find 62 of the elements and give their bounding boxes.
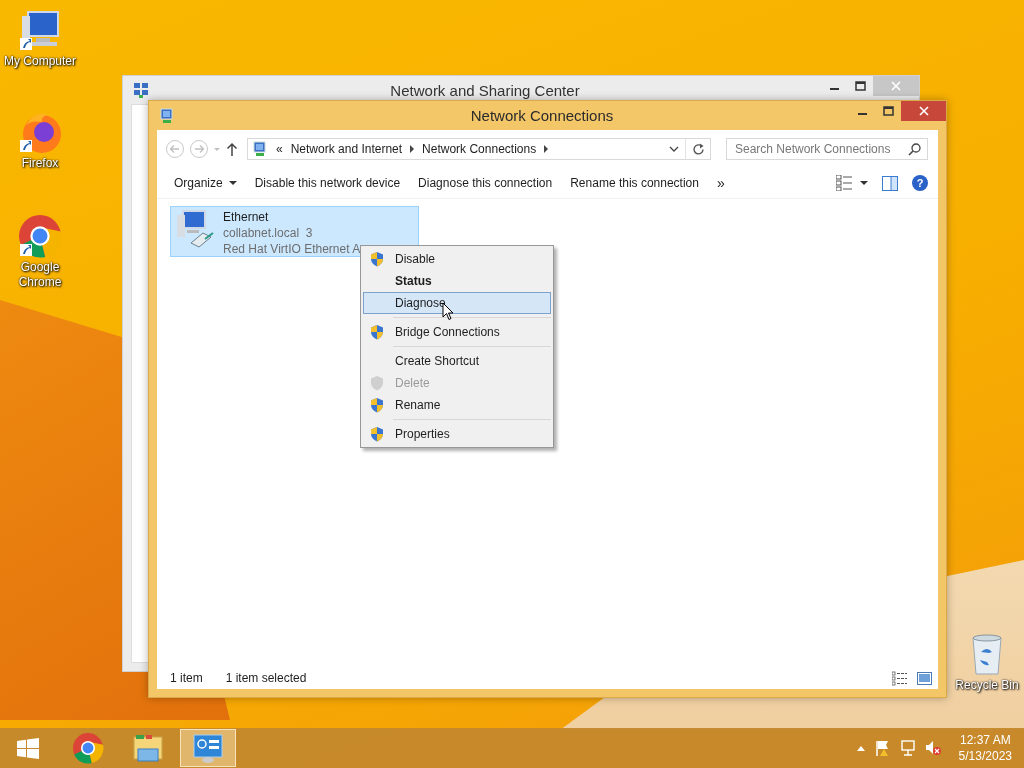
control-panel-icon xyxy=(192,732,224,764)
connection-adapter: Red Hat VirtIO Ethernet A xyxy=(223,241,361,257)
network-connections-icon xyxy=(252,141,268,157)
shield-icon xyxy=(369,250,385,268)
window-title: Network Connections xyxy=(469,107,615,124)
view-options-icon[interactable] xyxy=(836,175,852,191)
help-button[interactable]: ? xyxy=(912,175,928,191)
dropdown-icon[interactable] xyxy=(669,146,679,152)
menu-item[interactable]: Rename xyxy=(363,394,551,416)
maximize-icon xyxy=(854,81,866,91)
windows-start-icon[interactable] xyxy=(17,737,39,759)
up-arrow-icon[interactable] xyxy=(225,141,239,157)
maximize-icon xyxy=(882,106,894,116)
status-item-count: 1 item xyxy=(170,671,203,685)
clock-time: 12:37 AM xyxy=(959,732,1011,748)
connection-network: collabnet.local 3 xyxy=(223,225,314,241)
taskbar-button[interactable] xyxy=(180,729,236,767)
chevron-right-icon[interactable] xyxy=(410,145,415,153)
network-adapter-icon xyxy=(175,209,215,249)
preview-pane-icon[interactable] xyxy=(882,175,898,191)
window-title: Network and Sharing Center xyxy=(389,81,581,99)
breadcrumb[interactable]: Network Connections xyxy=(422,142,537,156)
chrome-icon xyxy=(18,214,62,258)
menu-item[interactable]: Diagnose xyxy=(363,292,551,314)
shield-icon xyxy=(369,323,385,341)
flag-icon[interactable] xyxy=(874,740,891,756)
menu-item[interactable]: Properties xyxy=(363,423,551,445)
details-view-icon[interactable] xyxy=(892,670,907,686)
chevron-right-icon[interactable] xyxy=(544,145,549,153)
menu-item[interactable]: Status xyxy=(363,270,551,292)
overflow-chevron[interactable]: « xyxy=(276,142,283,156)
more-commands-button[interactable]: » xyxy=(707,171,734,195)
network-icon[interactable] xyxy=(900,740,915,756)
toolbar-button[interactable]: Rename this connection xyxy=(561,172,708,194)
search-field[interactable]: Search Network Connections xyxy=(726,138,928,160)
toolbar-button[interactable]: Diagnose this connection xyxy=(409,172,562,194)
shield-icon xyxy=(369,374,385,392)
caret-icon xyxy=(228,181,237,185)
search-icon xyxy=(908,143,921,156)
menu-item[interactable]: Create Shortcut xyxy=(363,350,551,372)
clock-date: 5/13/2023 xyxy=(958,748,1012,764)
organize-menu-button[interactable]: Organize xyxy=(165,172,246,194)
caret-icon[interactable] xyxy=(860,181,868,185)
speaker-muted-icon[interactable] xyxy=(924,740,941,756)
breadcrumb[interactable]: Network and Internet xyxy=(290,142,403,156)
refresh-icon[interactable] xyxy=(691,142,705,156)
toolbar-button[interactable]: Disable this network device xyxy=(245,172,410,194)
status-selection: 1 item selected xyxy=(225,671,307,685)
up-caret-icon[interactable] xyxy=(856,745,865,751)
folder-icon xyxy=(132,733,164,763)
chrome-icon xyxy=(72,732,104,764)
menu-item[interactable]: Bridge Connections xyxy=(363,321,551,343)
shield-icon xyxy=(369,396,385,414)
shield-icon xyxy=(369,425,385,443)
address-bar[interactable]: « Network and Internet Network Connections xyxy=(247,138,711,160)
network-icon xyxy=(133,82,149,98)
close-icon xyxy=(891,81,901,91)
close-icon xyxy=(918,106,929,116)
connection-name: Ethernet xyxy=(223,209,270,225)
large-icons-view-icon[interactable] xyxy=(917,671,932,685)
network-connections-icon xyxy=(159,107,175,124)
computer-icon xyxy=(18,8,62,52)
